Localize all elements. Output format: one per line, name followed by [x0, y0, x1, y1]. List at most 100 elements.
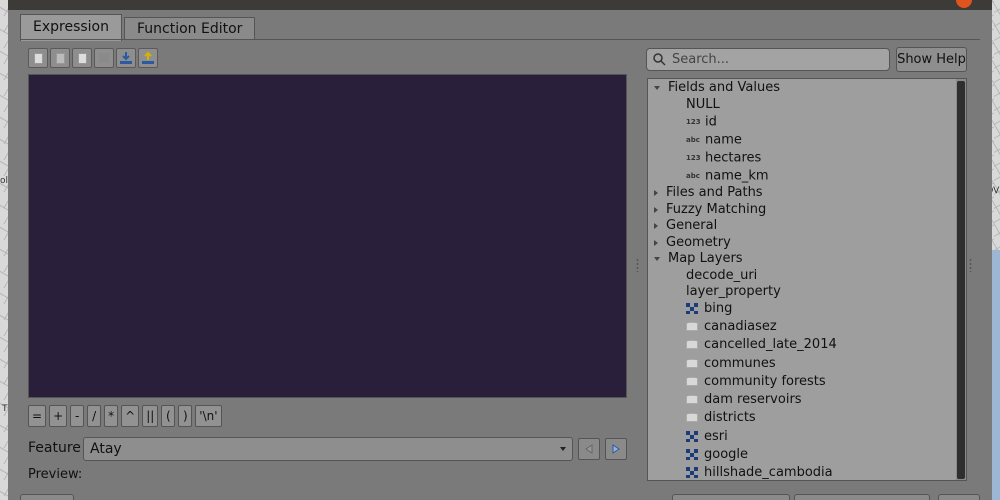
new-file-button[interactable]: [28, 48, 48, 68]
collapsed-arrow-icon: [654, 222, 658, 229]
operator-concat-button[interactable]: ||: [142, 405, 159, 427]
tree-item-layer[interactable]: community forests: [686, 373, 826, 391]
expression-dialog: Expression Function Editor = + - / * ^ |…: [8, 0, 992, 500]
tree-item-label: NULL: [686, 97, 720, 112]
operator-power-button[interactable]: ^: [121, 405, 140, 427]
operator-minus-button[interactable]: -: [70, 405, 85, 427]
operator-divide-button[interactable]: /: [87, 405, 102, 427]
tree-group-label: Fields and Values: [668, 80, 780, 95]
polygon-layer-icon: [686, 413, 698, 422]
raster-layer-icon: [686, 449, 698, 460]
polygon-layer-icon: [686, 322, 698, 331]
tree-item-field[interactable]: abc name: [686, 131, 742, 149]
raster-layer-icon: [686, 431, 698, 442]
dialog-button[interactable]: [672, 494, 790, 500]
close-button[interactable]: [956, 0, 972, 8]
help-button[interactable]: [20, 494, 74, 500]
tab-expression[interactable]: Expression: [20, 14, 122, 41]
tab-divider: [20, 39, 980, 40]
splitter-handle[interactable]: [969, 258, 972, 272]
tree-group-map-layers[interactable]: Map Layers: [654, 250, 743, 268]
tree-item-label: communes: [704, 356, 776, 371]
import-icon: [120, 52, 132, 64]
string-field-icon: abc: [686, 172, 700, 180]
operator-close-paren-button[interactable]: ): [178, 405, 193, 427]
title-bar: [8, 0, 992, 10]
search-input[interactable]: [672, 52, 872, 67]
feature-select-value: Atay: [90, 441, 122, 457]
new-file-icon: [33, 52, 43, 64]
collapsed-arrow-icon: [654, 239, 658, 246]
tree-item-layer[interactable]: esri: [686, 428, 728, 446]
tree-group-files-and-paths[interactable]: Files and Paths: [654, 184, 763, 202]
tree-item-label: name_km: [705, 168, 769, 184]
operator-plus-button[interactable]: +: [49, 405, 68, 427]
tree-item-function[interactable]: layer_property: [686, 283, 781, 301]
save-button[interactable]: [50, 48, 70, 68]
previous-feature-button[interactable]: [578, 438, 600, 460]
tree-item-layer[interactable]: dam reservoirs: [686, 391, 802, 409]
feature-select[interactable]: Atay: [83, 437, 573, 461]
tree-group-general[interactable]: General: [654, 217, 717, 235]
tree-item-layer[interactable]: cancelled_late_2014: [686, 336, 837, 354]
scrollbar-thumb[interactable]: [957, 81, 965, 479]
tree-item-label: name: [705, 132, 742, 148]
operator-multiply-button[interactable]: *: [104, 405, 119, 427]
integer-field-icon: 123: [686, 118, 701, 126]
tab-bar: Expression Function Editor: [20, 14, 257, 41]
tree-item-layer[interactable]: google: [686, 446, 748, 464]
tree-item-layer[interactable]: hillshade_cambodia: [686, 464, 833, 480]
expand-arrow-icon: [654, 85, 660, 90]
dialog-button[interactable]: [938, 494, 980, 500]
string-field-icon: abc: [686, 136, 700, 144]
operator-equals-button[interactable]: =: [28, 405, 47, 427]
map-label: ol: [0, 176, 9, 186]
tree-item-layer[interactable]: communes: [686, 355, 776, 373]
tab-function-editor[interactable]: Function Editor: [124, 17, 256, 40]
tree-item-label: hillshade_cambodia: [704, 465, 833, 480]
remove-icon: [99, 53, 109, 63]
export-icon: [142, 51, 154, 64]
tree-group-fields-and-values[interactable]: Fields and Values: [654, 79, 780, 97]
triangle-left-icon: [585, 444, 593, 454]
tree-item-field[interactable]: 123 hectares: [686, 149, 761, 167]
tree-item-label: decode_uri: [686, 268, 758, 283]
tree-item-null[interactable]: NULL: [686, 96, 720, 114]
tree-item-field[interactable]: abc name_km: [686, 167, 769, 185]
tree-group-label: Fuzzy Matching: [666, 202, 767, 217]
splitter-handle[interactable]: [636, 258, 639, 272]
export-button[interactable]: [138, 48, 158, 68]
tree-item-layer[interactable]: districts: [686, 409, 756, 427]
operator-buttons: = + - / * ^ || ( ) '\n': [28, 405, 222, 427]
tree-group-label: General: [666, 218, 718, 233]
next-feature-button[interactable]: [605, 438, 627, 460]
raster-layer-icon: [686, 467, 698, 478]
tree-item-label: community forests: [704, 374, 826, 389]
tree-item-label: layer_property: [686, 284, 781, 299]
import-button[interactable]: [116, 48, 136, 68]
operator-newline-button[interactable]: '\n': [195, 405, 222, 427]
tree-item-layer[interactable]: canadiasez: [686, 318, 777, 336]
function-tree: Fields and Values NULL 123 id abc name 123…: [647, 78, 967, 481]
tree-item-layer[interactable]: bing: [686, 300, 732, 318]
tree-group-label: Map Layers: [668, 251, 743, 266]
tree-scrollbar[interactable]: [956, 79, 966, 480]
dialog-button[interactable]: [794, 494, 930, 500]
collapsed-arrow-icon: [654, 206, 658, 213]
tree-item-label: esri: [704, 429, 728, 444]
tree-group-label: Files and Paths: [666, 185, 763, 200]
edit-button[interactable]: [72, 48, 92, 68]
tree-item-label: id: [705, 114, 717, 130]
triangle-right-icon: [612, 444, 620, 454]
tree-item-field[interactable]: 123 id: [686, 113, 717, 131]
function-search: [646, 48, 890, 71]
chevron-down-icon: [560, 447, 566, 451]
expression-editor[interactable]: [28, 74, 627, 398]
operator-open-paren-button[interactable]: (: [161, 405, 176, 427]
remove-button[interactable]: [94, 48, 114, 68]
polygon-layer-icon: [686, 377, 698, 386]
expand-arrow-icon: [654, 256, 660, 261]
show-help-button[interactable]: Show Help: [896, 47, 967, 72]
tree-group-label: Geometry: [666, 235, 731, 250]
tree-item-label: google: [704, 447, 749, 462]
